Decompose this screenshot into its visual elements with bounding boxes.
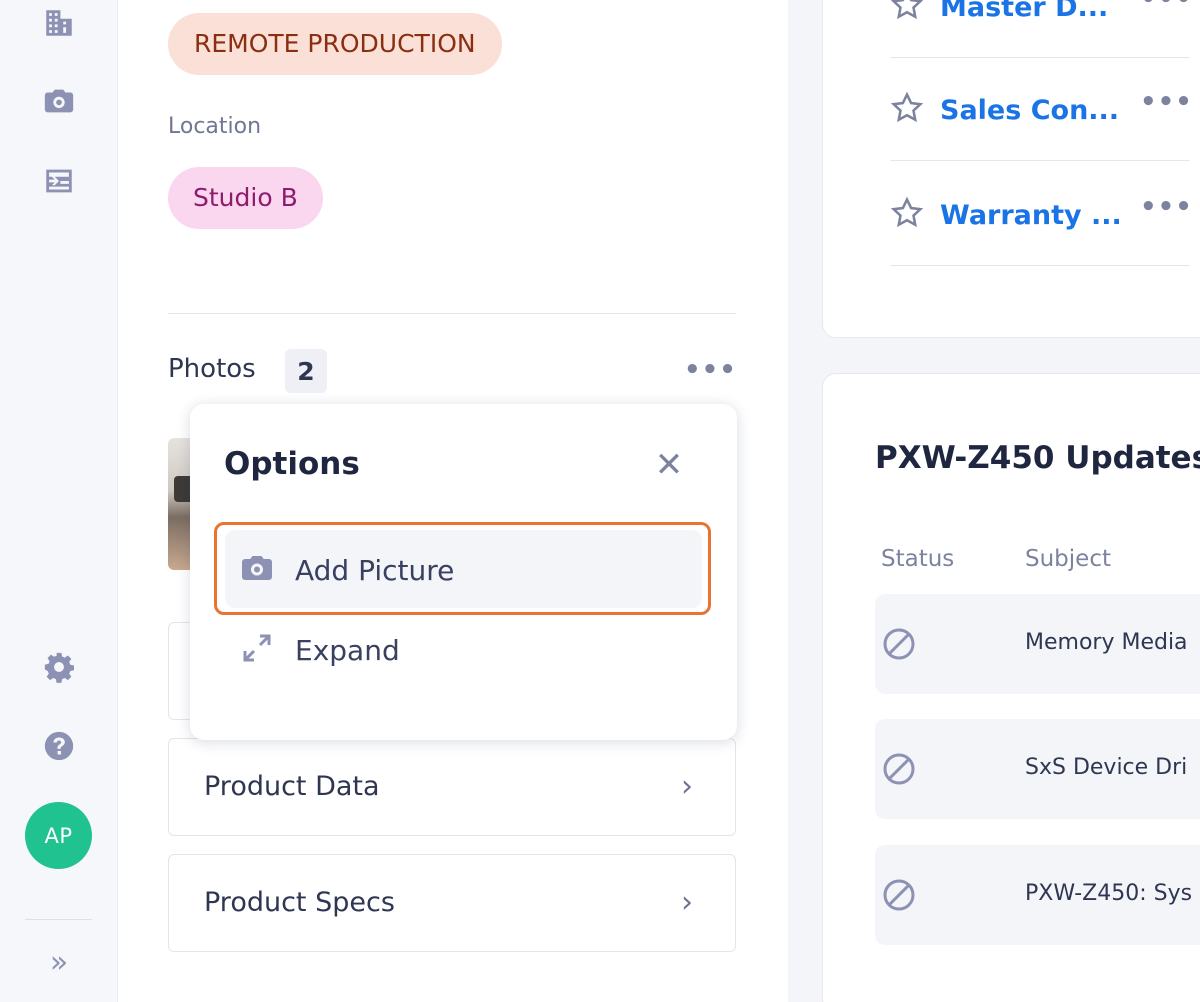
document-row[interactable]: Sales Con... ••• <box>890 57 1193 161</box>
column-header-status: Status <box>881 546 955 572</box>
camera-icon <box>239 550 275 586</box>
document-link[interactable]: Sales Con... <box>940 95 1119 126</box>
document-link[interactable]: Master D... <box>940 0 1108 23</box>
accordion-label: Product Specs <box>204 887 395 918</box>
update-row[interactable]: SxS Device Dri <box>875 719 1200 819</box>
help-icon[interactable] <box>40 727 78 765</box>
location-label: Location <box>168 114 262 139</box>
accordion-product-data[interactable]: Product Data › <box>168 738 736 836</box>
options-popup: Options ✕ Add Picture Expand <box>190 404 737 740</box>
expand-icon <box>239 630 275 666</box>
document-row[interactable]: Warranty ... ••• <box>890 162 1193 266</box>
chevron-right-icon: › <box>681 885 693 920</box>
tag-badge: REMOTE PRODUCTION <box>168 13 502 75</box>
gear-icon[interactable] <box>40 648 78 686</box>
column-header-subject: Subject <box>1025 546 1111 572</box>
document-more-button[interactable]: ••• <box>1140 0 1193 14</box>
section-divider <box>168 313 736 314</box>
document-more-button[interactable]: ••• <box>1140 87 1193 117</box>
building-icon[interactable] <box>40 4 78 42</box>
accordion-label: Product Data <box>204 771 380 802</box>
expand-menu-item[interactable]: Expand <box>225 610 702 688</box>
photos-more-button[interactable]: ••• <box>684 355 737 385</box>
document-more-button[interactable]: ••• <box>1140 192 1193 222</box>
update-row[interactable]: PXW-Z450: Sys <box>875 845 1200 945</box>
accordion-product-specs[interactable]: Product Specs › <box>168 854 736 952</box>
list-icon[interactable] <box>40 162 78 200</box>
rail-divider <box>25 919 92 920</box>
popup-title: Options <box>224 446 360 482</box>
update-subject: Memory Media <box>1025 630 1188 655</box>
photos-count-badge: 2 <box>285 349 327 393</box>
location-badge: Studio B <box>168 167 323 229</box>
update-subject: SxS Device Dri <box>1025 755 1188 780</box>
star-icon[interactable] <box>890 91 924 125</box>
update-subject: PXW-Z450: Sys <box>1025 881 1193 906</box>
updates-title: PXW-Z450 Updates <box>875 440 1200 476</box>
blocked-status-icon <box>881 751 917 787</box>
blocked-status-icon <box>881 877 917 913</box>
expand-sidebar-icon[interactable]: » <box>42 945 76 980</box>
star-icon[interactable] <box>890 196 924 230</box>
menu-item-label: Add Picture <box>295 554 455 587</box>
photos-heading: Photos <box>168 354 256 384</box>
add-picture-menu-item[interactable]: Add Picture <box>225 530 702 608</box>
left-rail: AP » <box>0 0 118 1002</box>
camera-icon[interactable] <box>40 82 78 120</box>
close-icon[interactable]: ✕ <box>652 448 686 482</box>
avatar[interactable]: AP <box>25 802 92 869</box>
chevron-right-icon: › <box>681 769 693 804</box>
document-row[interactable]: Master D... ••• <box>890 0 1193 58</box>
star-icon[interactable] <box>890 0 924 22</box>
document-link[interactable]: Warranty ... <box>940 200 1122 231</box>
menu-item-label: Expand <box>295 634 400 667</box>
update-row[interactable]: Memory Media <box>875 594 1200 694</box>
updates-card: PXW-Z450 Updates Status Subject Memory M… <box>822 373 1200 1002</box>
blocked-status-icon <box>881 626 917 662</box>
